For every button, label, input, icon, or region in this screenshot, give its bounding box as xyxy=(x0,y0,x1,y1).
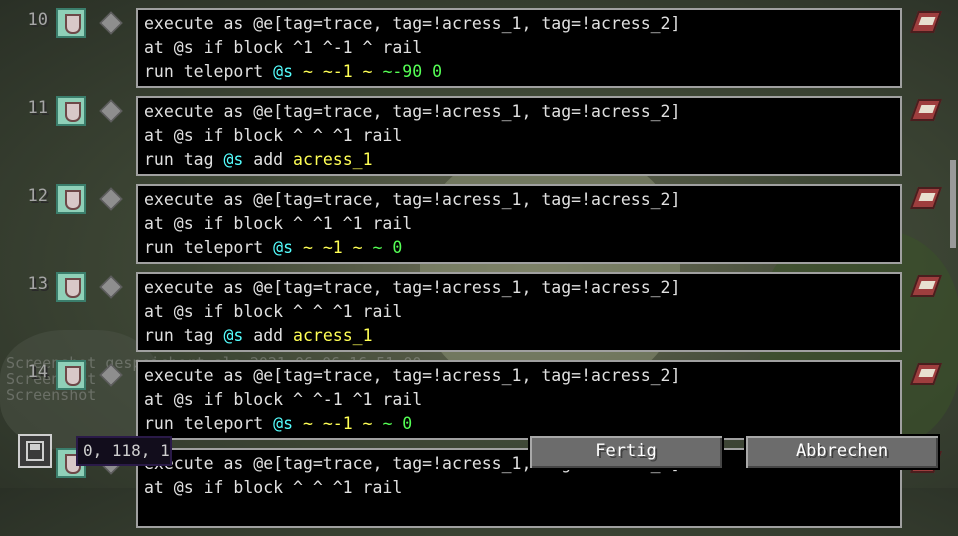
tag-value-text: acress_1 xyxy=(293,326,373,345)
selector-text: @s xyxy=(273,238,294,257)
command-line-2: at @s if block ^ ^-1 ^1 rail xyxy=(144,390,423,409)
cobblestone-icon[interactable] xyxy=(99,11,123,35)
space-text: add xyxy=(243,326,294,345)
row-number: 14 xyxy=(27,362,48,382)
command-line-3: run teleport @s ~ ~1 ~ ~ 0 xyxy=(144,236,894,260)
book-icon[interactable] xyxy=(910,184,940,212)
book-icon[interactable] xyxy=(910,96,940,124)
command-line-2: at @s if block ^ ^ ^1 rail xyxy=(144,302,403,321)
command-row: 11 execute as @e[tag=trace, tag=!acress_… xyxy=(0,96,958,184)
command-line-3: run teleport @s ~ ~-1 ~ ~-90 0 xyxy=(144,60,894,84)
cobblestone-icon[interactable] xyxy=(99,187,123,211)
command-editor[interactable]: execute as @e[tag=trace, tag=!acress_1, … xyxy=(136,8,902,88)
book-icon[interactable] xyxy=(910,360,940,388)
command-line-3: run tag @s add acress_1 xyxy=(144,148,894,172)
command-line-3: run tag @s add acress_1 xyxy=(144,324,894,348)
command-block-icon[interactable] xyxy=(56,8,86,38)
rotation-text: ~ 0 xyxy=(372,238,403,257)
keyword-text: run teleport xyxy=(144,414,274,433)
row-number: 11 xyxy=(27,98,48,118)
rotation-text: ~-90 0 xyxy=(382,62,443,81)
command-line-2: at @s if block ^ ^ ^1 rail xyxy=(144,478,403,497)
save-icon[interactable] xyxy=(18,434,52,468)
selector-text: @s xyxy=(273,414,294,433)
keyword-text: run teleport xyxy=(144,238,274,257)
command-row: 10 execute as @e[tag=trace, tag=!acress_… xyxy=(0,8,958,96)
command-editor[interactable]: execute as @e[tag=trace, tag=!acress_1, … xyxy=(136,184,902,264)
command-block-icon[interactable] xyxy=(56,272,86,302)
keyword-text: run tag xyxy=(144,150,224,169)
selector-text: @s xyxy=(223,150,244,169)
command-line-2: at @s if block ^ ^ ^1 rail xyxy=(144,126,403,145)
command-row: 12 execute as @e[tag=trace, tag=!acress_… xyxy=(0,184,958,272)
space-text: add xyxy=(243,150,294,169)
cobblestone-icon[interactable] xyxy=(99,275,123,299)
command-line-3: run teleport @s ~ ~-1 ~ ~ 0 xyxy=(144,412,894,436)
command-editor[interactable]: execute as @e[tag=trace, tag=!acress_1, … xyxy=(136,360,902,440)
command-line-1: execute as @e[tag=trace, tag=!acress_1, … xyxy=(144,102,681,121)
command-line-1: execute as @e[tag=trace, tag=!acress_1, … xyxy=(144,278,681,297)
keyword-text: run teleport xyxy=(144,62,274,81)
command-line-2: at @s if block ^1 ^-1 ^ rail xyxy=(144,38,423,57)
book-icon[interactable] xyxy=(910,272,940,300)
position-text: ~ ~1 ~ xyxy=(302,238,363,257)
command-row: 13 execute as @e[tag=trace, tag=!acress_… xyxy=(0,272,958,360)
command-editor[interactable]: execute as @e[tag=trace, tag=!acress_1, … xyxy=(136,96,902,176)
selector-text: @s xyxy=(273,62,294,81)
cobblestone-icon[interactable] xyxy=(99,99,123,123)
command-line-2: at @s if block ^ ^1 ^1 rail xyxy=(144,214,413,233)
rotation-text: ~ 0 xyxy=(382,414,413,433)
space-text xyxy=(293,414,303,433)
cancel-button[interactable]: Abbrechen xyxy=(744,434,940,470)
coordinates-display: 0, 118, 1 xyxy=(76,436,172,466)
row-number: 12 xyxy=(27,186,48,206)
position-text: ~ ~-1 ~ xyxy=(302,62,373,81)
command-block-icon[interactable] xyxy=(56,360,86,390)
position-text: ~ ~-1 ~ xyxy=(302,414,373,433)
done-button[interactable]: Fertig xyxy=(528,434,724,470)
command-editor[interactable]: execute as @e[tag=trace, tag=!acress_1, … xyxy=(136,272,902,352)
keyword-text: run tag xyxy=(144,326,224,345)
book-icon[interactable] xyxy=(910,8,940,36)
command-block-icon[interactable] xyxy=(56,96,86,126)
space-text xyxy=(373,62,383,81)
selector-text: @s xyxy=(223,326,244,345)
row-number: 13 xyxy=(27,274,48,294)
command-line-1: execute as @e[tag=trace, tag=!acress_1, … xyxy=(144,366,681,385)
row-number: 10 xyxy=(27,10,48,30)
space-text xyxy=(293,62,303,81)
tag-value-text: acress_1 xyxy=(293,150,373,169)
command-block-icon[interactable] xyxy=(56,184,86,214)
space-text xyxy=(373,414,383,433)
command-line-1: execute as @e[tag=trace, tag=!acress_1, … xyxy=(144,190,681,209)
command-line-1: execute as @e[tag=trace, tag=!acress_1, … xyxy=(144,14,681,33)
cobblestone-icon[interactable] xyxy=(99,363,123,387)
space-text xyxy=(293,238,303,257)
space-text xyxy=(363,238,373,257)
